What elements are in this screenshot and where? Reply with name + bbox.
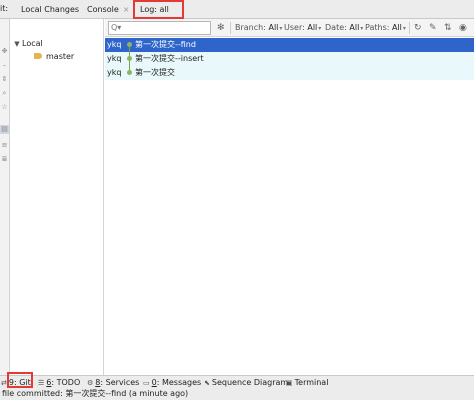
tab-log-all[interactable]: Log: all xyxy=(137,0,172,19)
move-icon[interactable]: ✥ xyxy=(0,47,9,56)
tab-label: : TODO xyxy=(51,378,81,387)
tab-label: Console xyxy=(87,5,119,14)
branch-tag-icon xyxy=(34,53,42,59)
tool-window-bar: ⇄ 9: Git ☰ 6: TODO ⚙ 8: Services ▭ 0: Messag… xyxy=(0,375,474,388)
chevron-down-icon: ▾ xyxy=(318,25,322,32)
commit-row[interactable]: ykq 第一次提交--find xyxy=(105,38,474,52)
commit-message: 第一次提交--insert xyxy=(135,54,204,63)
filter-value: All xyxy=(268,23,279,32)
status-text: file committed: 第一次提交--find (a minute ag… xyxy=(2,389,189,398)
filter-value: All xyxy=(307,23,318,32)
close-icon[interactable]: × xyxy=(123,5,130,14)
magnifier-icon[interactable]: Q▾ xyxy=(111,22,121,34)
tab-label: Terminal xyxy=(294,378,329,387)
branch-label: master xyxy=(46,52,75,61)
delete-icon[interactable]: – xyxy=(0,61,9,70)
commit-graph-node xyxy=(127,42,132,47)
filter-value: All xyxy=(391,23,402,32)
log-side-toolbar: ✥ – ⇕ ⌕ ☆ ▤ ≡ ≣ xyxy=(0,19,10,375)
preview-icon[interactable]: ▤ xyxy=(0,125,9,134)
commit-author: ykq xyxy=(107,40,122,49)
chevron-down-icon: ▾ xyxy=(402,25,406,32)
intellisort-icon[interactable]: ⇅ xyxy=(444,22,452,34)
settings-icon[interactable]: ✻ xyxy=(217,22,225,34)
commit-author: ykq xyxy=(107,68,122,77)
commit-log-table: ykq 第一次提交--find ykq 第一次提交--insert ykq 第一… xyxy=(105,37,474,375)
tree-node-master[interactable]: master xyxy=(34,50,74,63)
commit-row[interactable]: ykq 第一次提交 xyxy=(105,66,474,80)
git-icon: ⇄ xyxy=(1,379,7,387)
chevron-down-icon: ▾ xyxy=(360,25,364,32)
chevron-down-icon[interactable]: ▼ xyxy=(12,38,22,51)
commit-author: ykq xyxy=(107,54,122,63)
filter-label: Paths: xyxy=(365,23,390,32)
tree-node-label: Local xyxy=(22,39,43,48)
commit-row[interactable]: ykq 第一次提交--insert xyxy=(105,52,474,66)
star-icon[interactable]: ☆ xyxy=(0,103,9,112)
details-icon[interactable]: ≣ xyxy=(0,155,9,164)
toolbar-separator xyxy=(230,22,231,34)
expand-icon[interactable]: ⇕ xyxy=(0,75,9,84)
filter-date[interactable]: Date: All▾ xyxy=(325,22,363,34)
layout-icon[interactable]: ≡ xyxy=(0,141,9,150)
log-search-input[interactable] xyxy=(123,23,209,33)
tab-label: : Git xyxy=(13,378,31,387)
commit-graph-node xyxy=(127,56,132,61)
filter-label: User: xyxy=(284,23,305,32)
tab-label: Local Changes xyxy=(21,5,80,14)
chevron-down-icon: ▾ xyxy=(279,25,283,32)
terminal-icon: ▣ xyxy=(286,379,293,387)
tab-label: Log: all xyxy=(140,5,169,14)
todo-icon: ☰ xyxy=(38,379,45,387)
filter-value: All xyxy=(349,23,360,32)
tab-local-changes[interactable]: Local Changes xyxy=(21,0,79,19)
tool-window-header: it: Local Changes Console × Log: all xyxy=(0,0,474,19)
tab-label: Sequence Diagram xyxy=(211,378,289,387)
tab-label: : Services xyxy=(100,378,140,387)
sequence-diagram-icon: ⬉ xyxy=(204,379,210,387)
filter-label: Branch: xyxy=(235,23,266,32)
tab-console[interactable]: Console × xyxy=(87,0,129,19)
filter-paths[interactable]: Paths: All▾ xyxy=(365,22,406,34)
log-search-field[interactable]: Q▾ xyxy=(108,21,211,35)
filter-branch[interactable]: Branch: All▾ xyxy=(235,22,282,34)
view-options-icon[interactable]: ◉ xyxy=(459,22,467,34)
filter-label: Date: xyxy=(325,23,347,32)
messages-icon: ▭ xyxy=(143,379,150,387)
status-bar: file committed: 第一次提交--find (a minute ag… xyxy=(0,388,474,400)
commit-message: 第一次提交 xyxy=(135,68,175,77)
commit-graph-node xyxy=(127,70,132,75)
filter-user[interactable]: User: All▾ xyxy=(284,22,321,34)
tool-window-title: it: xyxy=(0,4,9,13)
tab-label: : Messages xyxy=(156,378,202,387)
toolbar-separator xyxy=(409,22,410,34)
refresh-icon[interactable]: ↻ xyxy=(414,22,422,34)
branches-panel: ▼ Local master xyxy=(10,19,104,375)
services-icon: ⚙ xyxy=(87,379,94,387)
log-toolbar: Q▾ ✻ Branch: All▾ User: All▾ Date: All▾ … xyxy=(105,19,474,37)
tree-node-local[interactable]: ▼ Local xyxy=(12,37,43,51)
cherry-pick-icon[interactable]: ✎ xyxy=(429,22,437,34)
search-icon[interactable]: ⌕ xyxy=(0,89,9,98)
commit-message: 第一次提交--find xyxy=(135,40,196,49)
